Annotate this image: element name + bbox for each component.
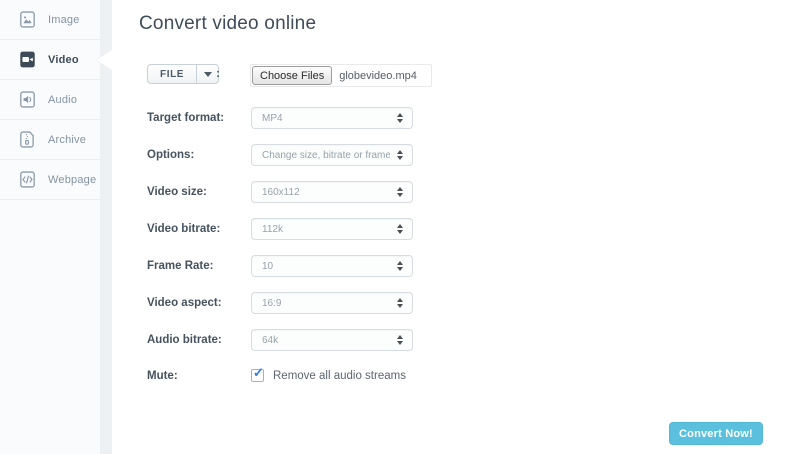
archive-file-icon [19, 131, 36, 148]
form-row-target-format: Target format: MP4 [147, 107, 413, 144]
page: Image Video Audio Archive [0, 0, 800, 454]
select-stepper-icon [397, 219, 403, 239]
form-row-video-bitrate: Video bitrate: 112k [147, 218, 413, 255]
selected-filename: globevideo.mp4 [339, 70, 417, 82]
options-select[interactable]: Change size, bitrate or frame rate [251, 144, 413, 166]
field-label: Audio bitrate: [147, 329, 251, 351]
sidebar-item-archive[interactable]: Archive [0, 120, 100, 160]
video-file-icon [19, 51, 36, 68]
sidebar-item-webpage[interactable]: Webpage [0, 160, 100, 200]
form-row-mute: Mute: ✓ Remove all audio streams [147, 366, 413, 403]
select-value: 16:9 [252, 298, 281, 309]
sidebar-item-label: Audio [48, 94, 77, 106]
field-label: Mute: [147, 366, 251, 386]
video-bitrate-select[interactable]: 112k [251, 218, 413, 240]
form-row-video-size: Video size: 160x112 [147, 181, 413, 218]
frame-rate-select[interactable]: 10 [251, 255, 413, 277]
target-format-select[interactable]: MP4 [251, 107, 413, 129]
select-stepper-icon [397, 182, 403, 202]
sidebar-item-label: Webpage [48, 174, 96, 186]
field-label: Video aspect: [147, 292, 251, 314]
image-file-icon [19, 11, 36, 28]
sidebar-item-label: Video [48, 54, 79, 66]
file-separator: : [216, 66, 220, 80]
select-stepper-icon [397, 293, 403, 313]
field-label: Options: [147, 144, 251, 166]
selected-item-arrow [96, 50, 112, 70]
file-source-label: FILE [148, 65, 196, 83]
conversion-form: Target format: MP4 Options: Change size,… [147, 107, 413, 403]
sidebar-item-audio[interactable]: Audio [0, 80, 100, 120]
select-value: 112k [252, 224, 283, 235]
form-row-video-aspect: Video aspect: 16:9 [147, 292, 413, 329]
field-label: Video size: [147, 181, 251, 203]
select-stepper-icon [397, 145, 403, 165]
select-value: MP4 [252, 113, 283, 124]
select-stepper-icon [397, 256, 403, 276]
audio-file-icon [19, 91, 36, 108]
form-row-audio-bitrate: Audio bitrate: 64k [147, 329, 413, 366]
file-upload-input[interactable]: Choose Files globevideo.mp4 [250, 64, 432, 87]
mute-checkbox[interactable]: ✓ [251, 369, 264, 382]
form-row-options: Options: Change size, bitrate or frame r… [147, 144, 413, 181]
category-sidebar: Image Video Audio Archive [0, 0, 112, 454]
sidebar-item-video[interactable]: Video [0, 40, 100, 80]
video-aspect-select[interactable]: 16:9 [251, 292, 413, 314]
form-row-frame-rate: Frame Rate: 10 [147, 255, 413, 292]
select-stepper-icon [397, 330, 403, 350]
select-value: 160x112 [252, 187, 300, 198]
select-value: 10 [252, 261, 273, 272]
field-label: Video bitrate: [147, 218, 251, 240]
choose-files-button[interactable]: Choose Files [252, 66, 332, 85]
select-stepper-icon [397, 108, 403, 128]
select-value: 64k [252, 335, 278, 346]
sidebar-item-image[interactable]: Image [0, 0, 100, 40]
file-source-dropdown-button[interactable]: FILE [147, 64, 219, 84]
select-value: Change size, bitrate or frame rate [252, 150, 390, 161]
webpage-file-icon [19, 171, 36, 188]
field-label: Frame Rate: [147, 255, 251, 277]
sidebar-item-label: Image [48, 14, 80, 26]
mute-checkbox-label: Remove all audio streams [273, 366, 406, 386]
page-title: Convert video online [139, 13, 316, 35]
file-source-caret[interactable] [196, 65, 218, 83]
sidebar-item-label: Archive [48, 134, 86, 146]
audio-bitrate-select[interactable]: 64k [251, 329, 413, 351]
video-size-select[interactable]: 160x112 [251, 181, 413, 203]
checkmark-icon: ✓ [253, 366, 264, 379]
chevron-down-icon [204, 72, 212, 77]
field-label: Target format: [147, 107, 251, 129]
convert-now-button[interactable]: Convert Now! [669, 422, 763, 445]
